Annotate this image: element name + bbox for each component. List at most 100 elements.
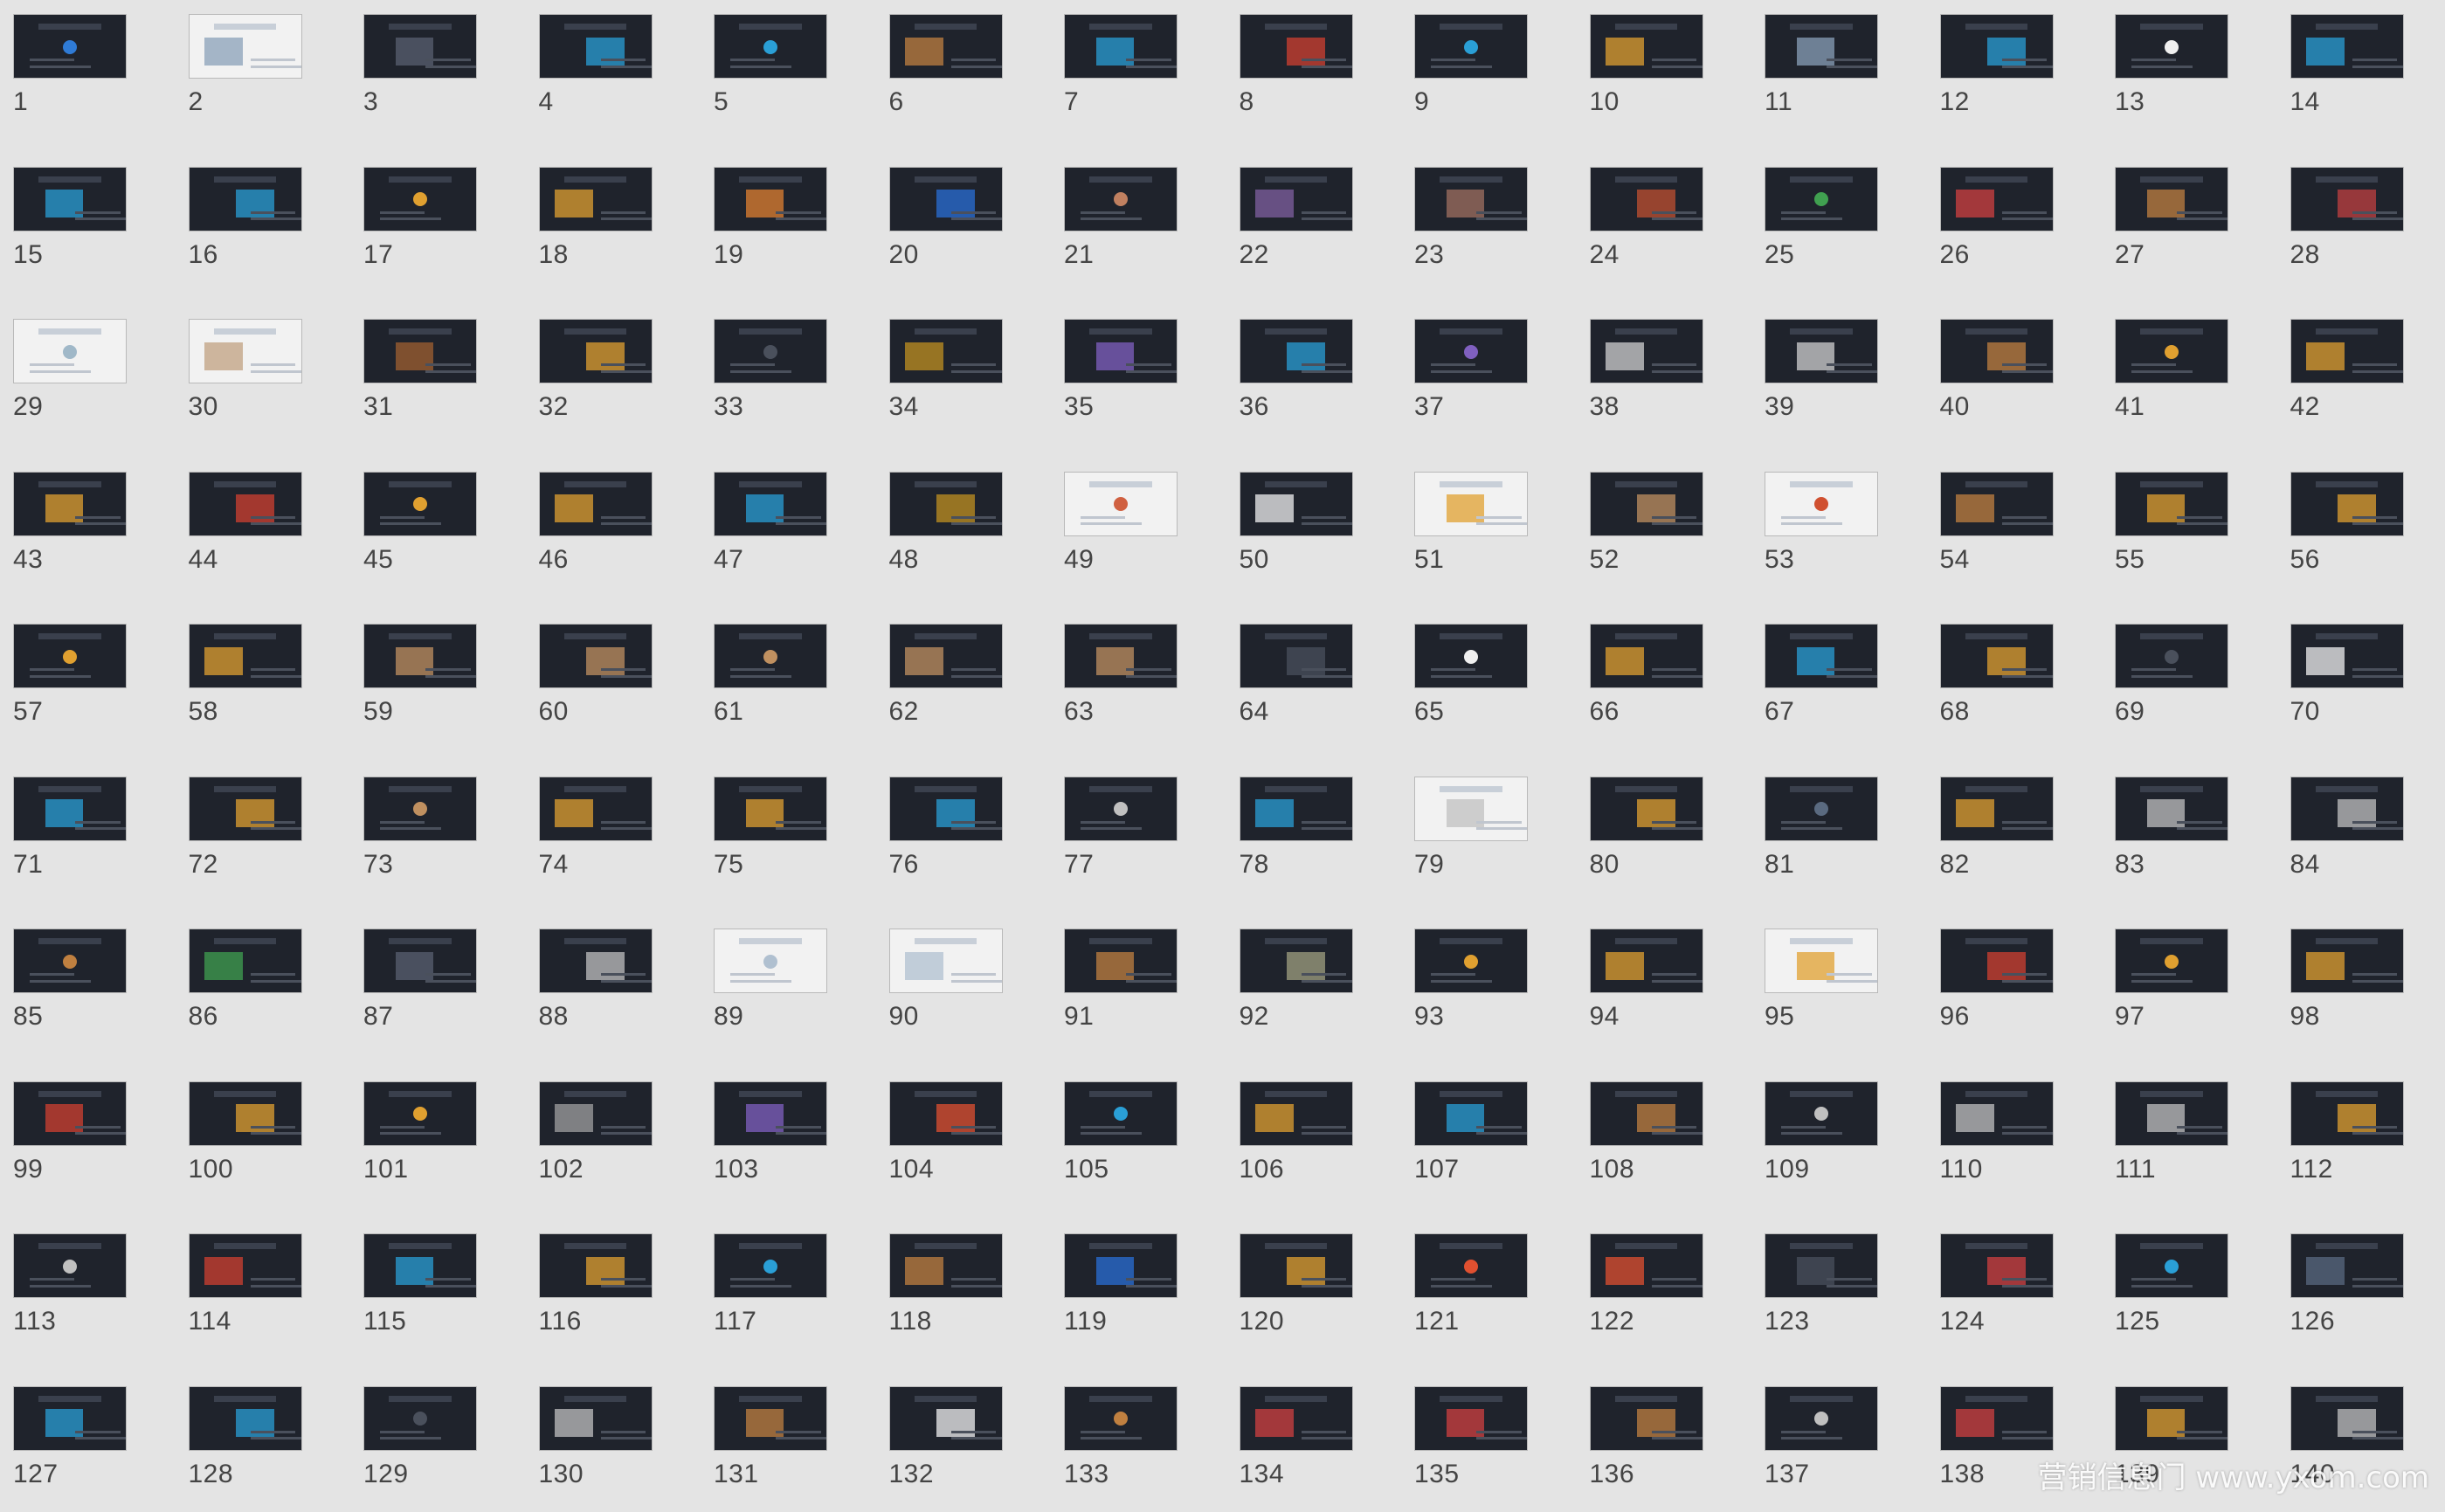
slide-item[interactable]: 79 (1401, 763, 1576, 902)
slide-item[interactable]: 36 (1226, 305, 1401, 445)
slide-item[interactable]: 113 (0, 1219, 175, 1359)
slide-item[interactable]: 97 (2102, 915, 2276, 1054)
slide-thumbnail[interactable] (1765, 14, 1878, 79)
slide-thumbnail[interactable] (539, 1386, 653, 1451)
slide-item[interactable]: 71 (0, 763, 175, 902)
slide-thumbnail[interactable] (1414, 777, 1528, 841)
slide-item[interactable]: 116 (526, 1219, 701, 1359)
slide-item[interactable]: 109 (1751, 1067, 1926, 1207)
slide-item[interactable]: 122 (1577, 1219, 1751, 1359)
slide-thumbnail[interactable] (1414, 929, 1528, 993)
slide-thumbnail[interactable] (1590, 14, 1703, 79)
slide-item[interactable]: 16 (176, 153, 350, 293)
slide-thumbnail[interactable] (363, 929, 477, 993)
slide-thumbnail[interactable] (1240, 472, 1353, 536)
slide-thumbnail[interactable] (1590, 1233, 1703, 1298)
slide-thumbnail[interactable] (1064, 319, 1178, 383)
slide-thumbnail[interactable] (539, 1081, 653, 1146)
slide-thumbnail[interactable] (1414, 1081, 1528, 1146)
slide-item[interactable]: 34 (876, 305, 1051, 445)
slide-item[interactable]: 37 (1401, 305, 1576, 445)
slide-item[interactable]: 73 (350, 763, 525, 902)
slide-item[interactable]: 91 (1051, 915, 1226, 1054)
slide-thumbnail[interactable] (539, 624, 653, 688)
slide-item[interactable]: 38 (1577, 305, 1751, 445)
slide-item[interactable]: 7 (1051, 0, 1226, 140)
slide-item[interactable]: 19 (701, 153, 875, 293)
slide-item[interactable]: 1 (0, 0, 175, 140)
slide-thumbnail[interactable] (1414, 319, 1528, 383)
slide-item[interactable]: 72 (176, 763, 350, 902)
slide-item[interactable]: 35 (1051, 305, 1226, 445)
slide-thumbnail[interactable] (1765, 624, 1878, 688)
slide-item[interactable]: 93 (1401, 915, 1576, 1054)
slide-thumbnail[interactable] (189, 14, 302, 79)
slide-thumbnail[interactable] (889, 1081, 1003, 1146)
slide-item[interactable]: 65 (1401, 610, 1576, 749)
slide-thumbnail[interactable] (1064, 472, 1178, 536)
slide-thumbnail[interactable] (2290, 319, 2404, 383)
slide-item[interactable]: 44 (176, 458, 350, 597)
slide-item[interactable]: 82 (1927, 763, 2102, 902)
slide-thumbnail[interactable] (2115, 472, 2228, 536)
slide-thumbnail[interactable] (1590, 167, 1703, 231)
slide-thumbnail[interactable] (189, 624, 302, 688)
slide-thumbnail[interactable] (1940, 624, 2054, 688)
slide-thumbnail[interactable] (1590, 1386, 1703, 1451)
slide-thumbnail[interactable] (889, 14, 1003, 79)
slide-thumbnail[interactable] (714, 167, 827, 231)
slide-thumbnail[interactable] (1765, 1081, 1878, 1146)
slide-thumbnail[interactable] (714, 929, 827, 993)
slide-item[interactable]: 60 (526, 610, 701, 749)
slide-item[interactable]: 78 (1226, 763, 1401, 902)
slide-item[interactable]: 45 (350, 458, 525, 597)
slide-item[interactable]: 117 (701, 1219, 875, 1359)
slide-item[interactable]: 53 (1751, 458, 1926, 597)
slide-thumbnail[interactable] (1064, 1233, 1178, 1298)
slide-item[interactable]: 101 (350, 1067, 525, 1207)
slide-thumbnail[interactable] (1240, 167, 1353, 231)
slide-item[interactable]: 25 (1751, 153, 1926, 293)
slide-item[interactable]: 103 (701, 1067, 875, 1207)
slide-item[interactable]: 56 (2277, 458, 2445, 597)
slide-item[interactable]: 133 (1051, 1372, 1226, 1512)
slide-item[interactable]: 84 (2277, 763, 2445, 902)
slide-thumbnail[interactable] (1240, 624, 1353, 688)
slide-item[interactable]: 95 (1751, 915, 1926, 1054)
slide-thumbnail[interactable] (1765, 1386, 1878, 1451)
slide-thumbnail[interactable] (363, 167, 477, 231)
slide-item[interactable]: 29 (0, 305, 175, 445)
slide-item[interactable]: 2 (176, 0, 350, 140)
slide-item[interactable]: 134 (1226, 1372, 1401, 1512)
slide-item[interactable]: 127 (0, 1372, 175, 1512)
slide-thumbnail[interactable] (2115, 777, 2228, 841)
slide-item[interactable]: 11 (1751, 0, 1926, 140)
slide-thumbnail[interactable] (1064, 1081, 1178, 1146)
slide-item[interactable]: 8 (1226, 0, 1401, 140)
slide-item[interactable]: 90 (876, 915, 1051, 1054)
slide-item[interactable]: 76 (876, 763, 1051, 902)
slide-item[interactable]: 42 (2277, 305, 2445, 445)
slide-item[interactable]: 40 (1927, 305, 2102, 445)
slide-thumbnail[interactable] (1064, 14, 1178, 79)
slide-thumbnail[interactable] (2115, 167, 2228, 231)
slide-item[interactable]: 98 (2277, 915, 2445, 1054)
slide-thumbnail[interactable] (2290, 14, 2404, 79)
slide-item[interactable]: 49 (1051, 458, 1226, 597)
slide-item[interactable]: 102 (526, 1067, 701, 1207)
slide-item[interactable]: 99 (0, 1067, 175, 1207)
slide-thumbnail[interactable] (1240, 1386, 1353, 1451)
slide-thumbnail[interactable] (189, 1081, 302, 1146)
slide-item[interactable]: 125 (2102, 1219, 2276, 1359)
slide-item[interactable]: 110 (1927, 1067, 2102, 1207)
slide-item[interactable]: 14 (2277, 0, 2445, 140)
slide-thumbnail[interactable] (189, 929, 302, 993)
slide-thumbnail[interactable] (13, 1386, 127, 1451)
slide-item[interactable]: 18 (526, 153, 701, 293)
slide-thumbnail[interactable] (539, 777, 653, 841)
slide-thumbnail[interactable] (1064, 1386, 1178, 1451)
slide-item[interactable]: 136 (1577, 1372, 1751, 1512)
slide-item[interactable]: 74 (526, 763, 701, 902)
slide-thumbnail[interactable] (189, 777, 302, 841)
slide-thumbnail[interactable] (1064, 929, 1178, 993)
